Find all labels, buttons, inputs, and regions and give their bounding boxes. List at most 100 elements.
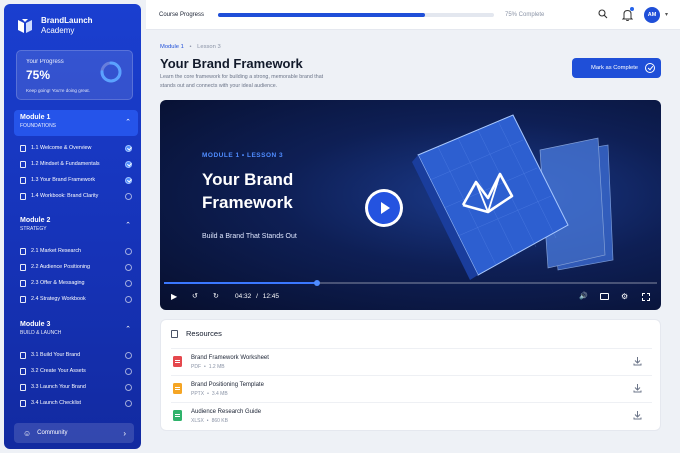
blueprint-book-image	[412, 114, 614, 280]
chevron-up-icon[interactable]: ⌃	[125, 325, 131, 333]
resource-meta: PDF • 1.2 MB	[191, 364, 225, 370]
lesson-label: 1.1 Welcome & Overview	[31, 145, 92, 151]
brand-logo-icon	[18, 19, 32, 33]
lesson-list: 3.1 Build Your Brand 3.2 Create Your Asse…	[14, 347, 138, 411]
play-icon[interactable]: ▶	[171, 292, 177, 301]
document-icon	[171, 329, 178, 338]
play-button[interactable]	[365, 189, 403, 227]
video-player[interactable]: MODULE 1 • LESSON 3 Your Brand Framework…	[160, 100, 661, 310]
check-circle-icon	[125, 144, 132, 152]
empty-circle-icon	[125, 263, 132, 271]
lesson-item[interactable]: 3.2 Create Your Assets	[14, 363, 138, 379]
lesson-item[interactable]: 3.3 Launch Your Brand	[14, 379, 138, 395]
lesson-document-icon	[20, 176, 26, 184]
lesson-item[interactable]: 2.3 Offer & Messaging	[14, 275, 138, 291]
resource-name[interactable]: Audience Research Guide	[191, 409, 261, 415]
progress-message: Keep going! You're doing great.	[26, 88, 90, 93]
search-icon[interactable]	[598, 9, 608, 19]
empty-circle-icon	[125, 367, 132, 375]
module-header[interactable]: Module 1 FOUNDATIONS ⌃	[14, 110, 138, 136]
empty-circle-icon	[125, 247, 132, 255]
course-progress-fill	[218, 13, 425, 17]
video-seek-bar[interactable]	[164, 280, 657, 286]
forward-10-icon[interactable]: ↻	[213, 292, 219, 300]
resource-name[interactable]: Brand Framework Worksheet	[191, 355, 269, 361]
resource-name[interactable]: Brand Positioning Template	[191, 382, 264, 388]
avatar[interactable]: AM	[644, 7, 660, 23]
resource-meta-dot: •	[206, 418, 209, 424]
module-3: Module 3 BUILD & LAUNCH ⌃ 3.1 Build Your Br…	[14, 317, 138, 411]
community-icon: ☺	[23, 428, 32, 438]
resource-row[interactable]: Brand Positioning Template PPTX • 3.4 MB	[171, 375, 652, 401]
lesson-item[interactable]: 1.4 Workbook: Brand Clarity	[14, 188, 138, 204]
module-header[interactable]: Module 2 STRATEGY ⌃	[14, 213, 138, 239]
resource-meta-dot: •	[207, 391, 209, 397]
lesson-document-icon	[20, 367, 26, 375]
breadcrumb: Module 1 • Lesson 3	[160, 44, 221, 50]
lesson-item[interactable]: 2.1 Market Research	[14, 243, 138, 259]
lesson-list: 1.1 Welcome & Overview 1.2 Mindset & Fund…	[14, 140, 138, 204]
resource-meta: PPTX • 3.4 MB	[191, 391, 228, 397]
community-button[interactable]: ☺ Community ›	[14, 423, 134, 443]
progress-value: 75%	[26, 68, 51, 82]
video-subtitle: Build a Brand That Stands Out	[202, 233, 297, 240]
lesson-item[interactable]: 3.1 Build Your Brand	[14, 347, 138, 363]
file-icon	[173, 410, 182, 421]
empty-circle-icon	[125, 399, 132, 407]
resources-title: Resources	[186, 329, 222, 338]
resource-type: PPTX	[191, 391, 205, 397]
chevron-up-icon[interactable]: ⌃	[125, 118, 131, 126]
lesson-document-icon	[20, 263, 26, 271]
download-icon[interactable]	[633, 410, 642, 420]
course-progress-percent: 75% Complete	[505, 12, 545, 18]
mark-complete-button[interactable]: Mark as Complete	[572, 58, 661, 78]
module-2: Module 2 STRATEGY ⌃ 2.1 Market Research 2.2 …	[14, 213, 138, 307]
top-bar: Course Progress 75% Complete AM ▾	[146, 0, 680, 30]
download-icon[interactable]	[633, 383, 642, 393]
progress-card: Your Progress 75% Keep going! You're doi…	[16, 50, 133, 100]
check-circle-icon	[645, 63, 655, 73]
resource-row[interactable]: Audience Research Guide XLSX • 860 KB	[171, 402, 652, 428]
chevron-up-icon[interactable]: ⌃	[125, 221, 131, 229]
lesson-item[interactable]: 1.2 Mindset & Fundamentals	[14, 156, 138, 172]
lesson-item[interactable]: 2.4 Strategy Workbook	[14, 291, 138, 307]
resource-type: XLSX	[191, 418, 204, 424]
progress-label: Your Progress	[26, 59, 64, 65]
empty-circle-icon	[125, 351, 132, 359]
chevron-down-icon[interactable]: ▾	[665, 11, 668, 18]
settings-gear-icon[interactable]: ⚙	[621, 292, 628, 301]
captions-icon[interactable]	[600, 293, 609, 300]
lesson-list: 2.1 Market Research 2.2 Audience Position…	[14, 243, 138, 307]
volume-icon[interactable]: 🔊	[579, 292, 588, 300]
video-seek-handle[interactable]	[313, 280, 320, 286]
resource-meta-dot: •	[204, 364, 206, 370]
fullscreen-icon[interactable]	[642, 293, 650, 301]
lesson-document-icon	[20, 383, 26, 391]
brand-title: BrandLaunch	[41, 16, 93, 25]
breadcrumb-module-link[interactable]: Module 1	[160, 44, 184, 50]
lesson-label: 1.2 Mindset & Fundamentals	[31, 161, 100, 167]
module-header[interactable]: Module 3 BUILD & LAUNCH ⌃	[14, 317, 138, 343]
lesson-item[interactable]: 1.1 Welcome & Overview	[14, 140, 138, 156]
lesson-item[interactable]: 1.3 Your Brand Framework	[14, 172, 138, 188]
lesson-item[interactable]: 2.2 Audience Positioning	[14, 259, 138, 275]
module-1: Module 1 FOUNDATIONS ⌃ 1.1 Welcome & Overvi…	[14, 110, 138, 204]
download-icon[interactable]	[633, 356, 642, 366]
resources-header: Resources	[171, 329, 222, 338]
lesson-label: 3.1 Build Your Brand	[31, 352, 81, 358]
empty-circle-icon	[125, 192, 132, 200]
lesson-label: 3.2 Create Your Assets	[31, 368, 86, 374]
rewind-10-icon[interactable]: ↺	[192, 292, 198, 300]
lesson-label: 2.4 Strategy Workbook	[31, 296, 86, 302]
check-circle-icon	[125, 160, 132, 168]
resource-size: 3.4 MB	[211, 391, 228, 397]
notification-bell-icon[interactable]	[621, 7, 634, 22]
brand[interactable]: BrandLaunch Academy	[16, 16, 93, 36]
empty-circle-icon	[125, 295, 132, 303]
community-label: Community	[37, 430, 68, 436]
module-title: Module 1	[20, 114, 51, 121]
lesson-item[interactable]: 3.4 Launch Checklist	[14, 395, 138, 411]
lesson-label: 3.4 Launch Checklist	[31, 400, 82, 406]
resource-row[interactable]: Brand Framework Worksheet PDF • 1.2 MB	[171, 348, 652, 374]
empty-circle-icon	[125, 383, 132, 391]
